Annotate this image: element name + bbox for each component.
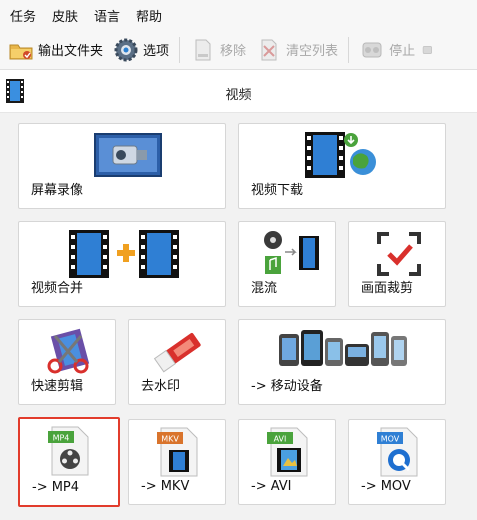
menu-skin[interactable]: 皮肤 [52,6,78,25]
tile-video-merge[interactable]: 视频合并 [18,221,226,307]
output-folder-label: 输出文件夹 [38,44,104,59]
tile-label: -> AVI [251,479,292,494]
toolbar-divider [179,36,181,63]
mov-badge-text: MOV [381,435,400,444]
folder-icon [9,44,33,59]
tile-label: 快速剪辑 [31,379,84,394]
section-title: 视频 [225,88,252,103]
tile-label: 屏幕录像 [31,183,84,198]
tile-label: 去水印 [141,379,181,394]
tile-crop[interactable]: 画面裁剪 [348,221,446,307]
clear-list-label: 清空列表 [286,44,339,59]
tile-screen-record[interactable]: 屏幕录像 [18,123,226,209]
tile-mix[interactable]: 混流 [238,221,336,307]
menu-bar: 任务 皮肤 语言 帮助 [0,0,477,30]
section-header: 视频 [0,70,477,112]
menu-task[interactable]: 任务 [10,6,36,25]
stop-button[interactable]: 停止 [354,34,420,66]
tile-label: -> 移动设备 [251,379,323,394]
screen-record-icon [94,133,162,177]
mix-icon [264,231,319,274]
tile-label: -> MKV [141,479,190,494]
output-folder-button[interactable]: 输出文件夹 [0,34,108,66]
menu-help[interactable]: 帮助 [136,6,162,25]
toolbar-divider [348,36,350,63]
options-button[interactable]: 选项 [108,34,174,66]
avi-badge-text: AVI [274,435,287,444]
clear-list-button[interactable]: 清空列表 [251,34,343,66]
remove-button[interactable]: 移除 [185,34,251,66]
tile-to-mkv[interactable]: MKV -> MKV [128,419,226,505]
tile-label: 视频合并 [31,281,84,296]
tile-to-mp4[interactable]: MP4 -> MP4 [18,417,120,507]
remove-doc-icon [195,39,211,60]
mov-file-icon: MOV [377,427,418,477]
tile-mobile-device[interactable]: -> 移动设备 [238,319,446,405]
scissors-film-icon [47,328,90,374]
tile-label: -> MP4 [32,480,80,495]
eraser-icon [153,333,201,373]
mobile-devices-icon [279,330,407,366]
avi-file-icon: AVI [267,427,308,477]
more-icon [422,45,433,54]
mkv-badge-text: MKV [161,435,179,444]
stop-icon [362,42,382,57]
tile-to-mov[interactable]: MOV -> MOV [348,419,446,505]
mkv-file-icon: MKV [157,427,198,477]
function-grid: 屏幕录像 视频下载 视频合并 混流 画面裁剪 快速剪辑 去水印 -> 移动设备 … [0,112,477,520]
video-download-icon [305,132,376,178]
tile-quick-edit[interactable]: 快速剪辑 [18,319,116,405]
remove-label: 移除 [220,44,247,59]
tile-label: 画面裁剪 [361,281,414,296]
menu-language[interactable]: 语言 [94,6,120,25]
toolbar: 输出文件夹 选项 移除 清空列表 停止 [0,30,477,70]
video-merge-icon [69,230,179,278]
mp4-file-icon: MP4 [48,426,89,476]
stop-label: 停止 [389,44,416,59]
tile-label: 混流 [251,281,278,296]
mp4-badge-text: MP4 [53,434,70,443]
crop-icon [377,232,421,276]
tile-to-avi[interactable]: AVI -> AVI [238,419,336,505]
tile-label: -> MOV [361,479,411,494]
tile-watermark[interactable]: 去水印 [128,319,226,405]
more-button[interactable] [420,34,438,66]
gear-icon [114,38,138,61]
tile-video-download[interactable]: 视频下载 [238,123,446,209]
options-label: 选项 [143,44,170,59]
tile-label: 视频下载 [251,183,304,198]
clear-list-icon [261,39,277,60]
